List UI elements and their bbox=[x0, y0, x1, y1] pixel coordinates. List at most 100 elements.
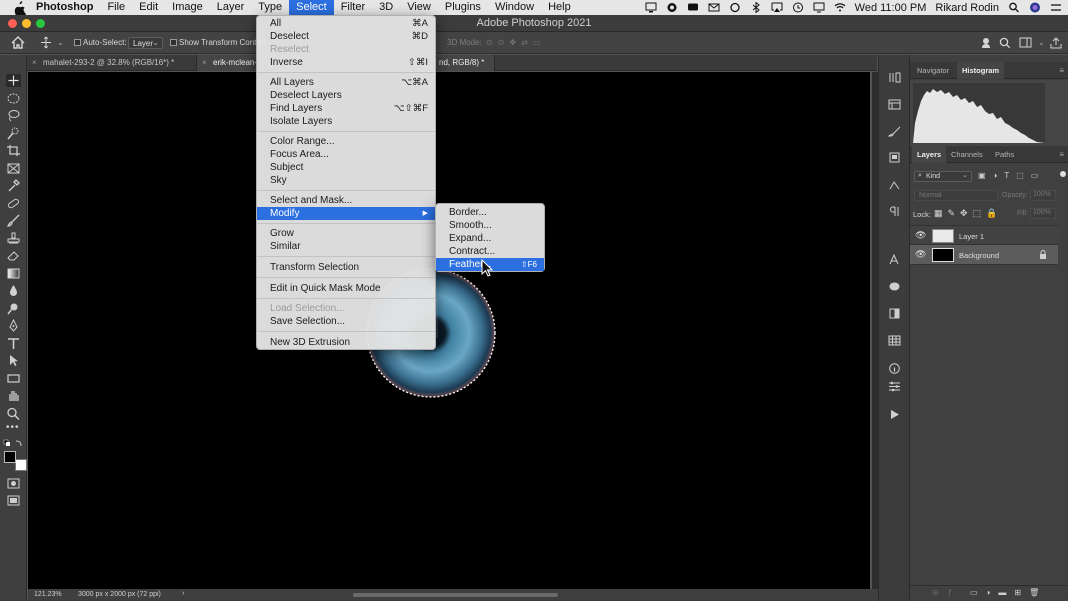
marquee-tool-icon[interactable] bbox=[6, 92, 21, 105]
airplay-icon[interactable] bbox=[771, 2, 783, 13]
layer-filter-dropdown[interactable]: ⌕ Kind ⌄ bbox=[914, 171, 972, 182]
visibility-eye-icon[interactable]: 👁 bbox=[915, 230, 926, 241]
menu-view[interactable]: View bbox=[400, 0, 438, 15]
blur-tool-icon[interactable] bbox=[6, 284, 21, 297]
foreground-color-swatch[interactable] bbox=[4, 451, 16, 463]
rectangle-tool-icon[interactable] bbox=[6, 372, 21, 385]
libraries-icon[interactable] bbox=[888, 152, 901, 163]
opacity-field[interactable]: 100% bbox=[1030, 190, 1056, 201]
document-tab-active-tail[interactable]: nd, RGB/8) * bbox=[435, 55, 495, 71]
menu-item-subject[interactable]: Subject bbox=[257, 161, 435, 174]
hand-tool-icon[interactable] bbox=[6, 389, 21, 402]
menu-item-deselect-layers[interactable]: Deselect Layers bbox=[257, 89, 435, 102]
lasso-tool-icon[interactable] bbox=[6, 109, 21, 122]
zoom-level[interactable]: 121.23% bbox=[34, 591, 62, 598]
default-colors-icon[interactable] bbox=[3, 439, 23, 449]
layer-row-selected[interactable]: 👁 Background bbox=[910, 245, 1058, 265]
panel-menu-icon[interactable]: ≡ bbox=[1059, 66, 1064, 75]
crop-tool-icon[interactable] bbox=[6, 144, 21, 157]
control-center-icon[interactable] bbox=[1050, 2, 1062, 13]
zoom-tool-icon[interactable] bbox=[6, 407, 21, 420]
tab-paths[interactable]: Paths bbox=[990, 146, 1019, 163]
layer-comps-icon[interactable] bbox=[888, 308, 901, 319]
move-tool-icon[interactable] bbox=[6, 74, 21, 87]
home-icon[interactable] bbox=[11, 36, 25, 49]
actions-play-icon[interactable] bbox=[889, 409, 900, 420]
workspace-chevron-icon[interactable]: ⌄ bbox=[1038, 38, 1045, 47]
swatches-icon[interactable] bbox=[888, 335, 901, 346]
menu-item-color-range[interactable]: Color Range... bbox=[257, 135, 435, 148]
layer-footer-icons[interactable]: ▭◑▬⊞🗑 bbox=[970, 588, 1047, 597]
sync-icon[interactable] bbox=[729, 2, 741, 13]
menu-select[interactable]: Select bbox=[289, 0, 334, 15]
tab-layers[interactable]: Layers bbox=[912, 146, 947, 163]
brush-settings-icon[interactable] bbox=[888, 126, 901, 137]
creative-cloud-icon[interactable] bbox=[666, 2, 678, 13]
path-selection-tool-icon[interactable] bbox=[6, 354, 21, 367]
document-tab[interactable]: × mahalet-293-2 @ 32.8% (RGB/16*) * bbox=[27, 55, 197, 71]
app-name-menu[interactable]: Photoshop bbox=[29, 0, 100, 15]
paragraph-icon[interactable] bbox=[888, 206, 901, 217]
lock-icons[interactable]: ▦✎✥⬚🔒 bbox=[934, 208, 1002, 219]
layer-filter-icons[interactable]: ▣◑T⬚▭ bbox=[978, 171, 1045, 180]
visibility-eye-icon[interactable]: 👁 bbox=[915, 249, 926, 260]
menu-item-find-layers[interactable]: Find Layers ⌥⇧⌘F bbox=[257, 102, 435, 115]
menu-item-similar[interactable]: Similar bbox=[257, 240, 435, 253]
menu-item-sky[interactable]: Sky bbox=[257, 174, 435, 187]
info-icon[interactable] bbox=[888, 363, 901, 374]
menu-item-expand[interactable]: Expand... bbox=[436, 232, 544, 245]
siri-icon[interactable] bbox=[1029, 2, 1041, 13]
menu-item-all-layers[interactable]: All Layers ⌥⌘A bbox=[257, 76, 435, 89]
type-tool-icon[interactable] bbox=[6, 337, 21, 350]
workspace-icon[interactable] bbox=[1019, 37, 1032, 49]
frame-tool-icon[interactable] bbox=[6, 162, 21, 175]
menu-item-quick-mask[interactable]: Edit in Quick Mask Mode bbox=[257, 282, 435, 295]
display-icon[interactable] bbox=[813, 2, 825, 13]
menu-item-focus-area[interactable]: Focus Area... bbox=[257, 148, 435, 161]
history-icon[interactable] bbox=[888, 72, 901, 83]
screen-icon[interactable] bbox=[645, 2, 657, 13]
character-icon[interactable] bbox=[888, 254, 901, 265]
menu-item-smooth[interactable]: Smooth... bbox=[436, 219, 544, 232]
menu-plugins[interactable]: Plugins bbox=[438, 0, 488, 15]
menu-item-modify[interactable]: Modify ▶ bbox=[257, 207, 435, 220]
move-tool-icon[interactable] bbox=[40, 36, 52, 49]
menu-item-contract[interactable]: Contract... bbox=[436, 245, 544, 258]
clone-stamp-tool-icon[interactable] bbox=[6, 232, 21, 245]
user-name[interactable]: Rikard Rodin bbox=[935, 2, 999, 14]
menu-item-grow[interactable]: Grow bbox=[257, 227, 435, 240]
tool-preset-chevron-icon[interactable]: ⌄ bbox=[57, 38, 64, 47]
menu-item-deselect[interactable]: Deselect ⌘D bbox=[257, 30, 435, 43]
paths-icon[interactable] bbox=[888, 180, 901, 191]
share-icon[interactable] bbox=[1050, 37, 1062, 49]
menu-window[interactable]: Window bbox=[488, 0, 541, 15]
gradient-tool-icon[interactable] bbox=[6, 267, 21, 280]
menu-layer[interactable]: Layer bbox=[210, 0, 252, 15]
clock-text[interactable]: Wed 11:00 PM bbox=[855, 2, 927, 14]
document-tab-active[interactable]: × erik-mclean- bbox=[197, 55, 257, 71]
3d-mode-icons[interactable]: ⊙⊙✥⇄▭ bbox=[486, 38, 545, 47]
menu-filter[interactable]: Filter bbox=[334, 0, 372, 15]
spotlight-search-icon[interactable] bbox=[1008, 2, 1020, 13]
3d-icon[interactable] bbox=[888, 281, 901, 292]
brush-tool-icon[interactable] bbox=[6, 214, 21, 227]
menu-item-isolate-layers[interactable]: Isolate Layers bbox=[257, 115, 435, 128]
mail-icon[interactable] bbox=[708, 2, 720, 13]
menu-item-save-selection[interactable]: Save Selection... bbox=[257, 315, 435, 328]
close-tab-icon[interactable]: × bbox=[202, 55, 207, 71]
auto-select-dropdown[interactable]: Layer ⌄ bbox=[128, 37, 163, 49]
panel-menu-icon[interactable]: ≡ bbox=[1059, 150, 1064, 159]
menu-item-new-3d-extrusion[interactable]: New 3D Extrusion bbox=[257, 336, 435, 349]
tab-histogram[interactable]: Histogram bbox=[957, 62, 1005, 79]
menu-item-transform-selection[interactable]: Transform Selection bbox=[257, 261, 435, 274]
menu-file[interactable]: File bbox=[100, 0, 132, 15]
background-color-swatch[interactable] bbox=[15, 459, 27, 471]
menu-item-all[interactable]: All ⌘A bbox=[257, 17, 435, 30]
fill-field[interactable]: 100% bbox=[1030, 208, 1056, 219]
quick-selection-tool-icon[interactable] bbox=[6, 127, 21, 140]
time-machine-icon[interactable] bbox=[792, 2, 804, 13]
filter-toggle-icon[interactable] bbox=[1060, 171, 1066, 177]
properties-icon[interactable] bbox=[888, 99, 901, 110]
blend-mode-dropdown[interactable]: Normal bbox=[914, 190, 998, 201]
layer-row[interactable]: 👁 Layer 1 bbox=[910, 225, 1058, 245]
